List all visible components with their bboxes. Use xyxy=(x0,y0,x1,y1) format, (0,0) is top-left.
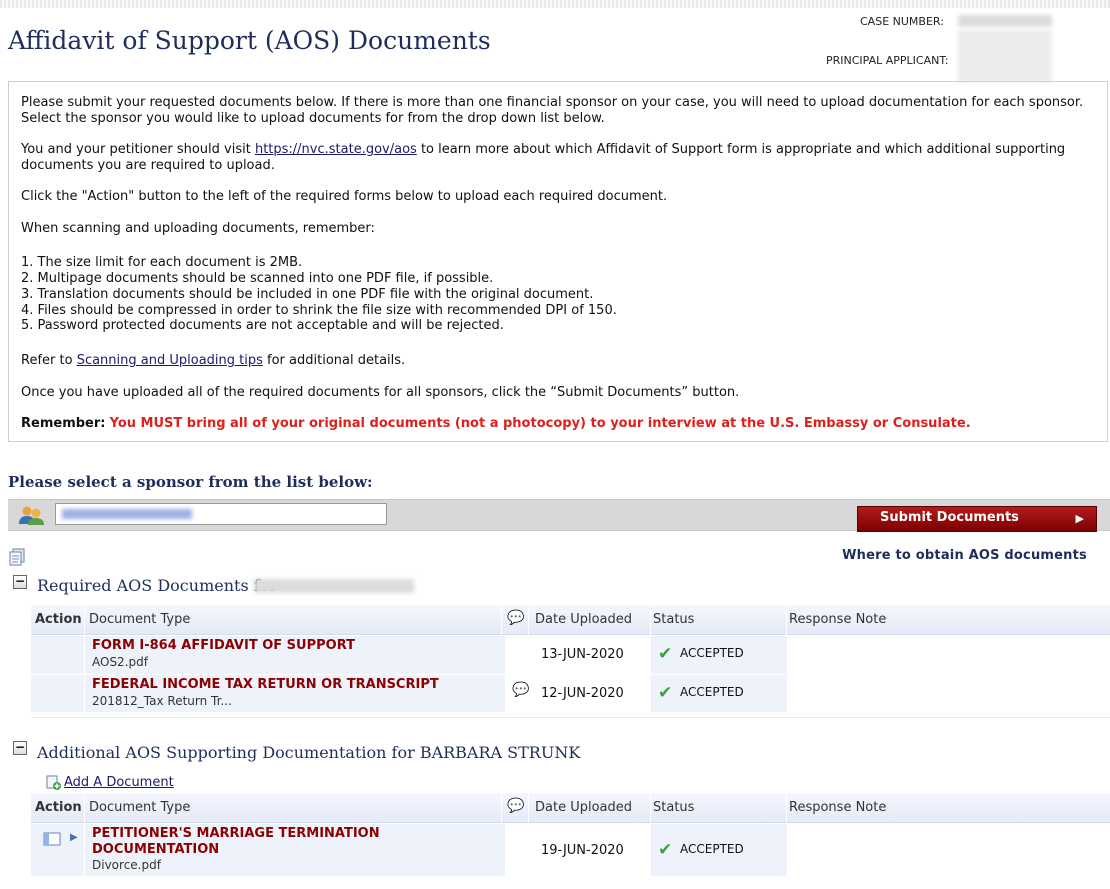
header-action: Action xyxy=(35,800,82,815)
add-document-link[interactable]: Add A Document xyxy=(64,775,174,790)
instructions-visit: You and your petitioner should visit htt… xyxy=(21,142,1066,173)
header-response-note: Response Note xyxy=(789,612,887,627)
instructions-action: Click the "Action" button to the left of… xyxy=(21,189,668,204)
table-row: FORM I-864 AFFIDAVIT OF SUPPORT AOS2.pdf… xyxy=(31,636,1110,674)
action-cell[interactable] xyxy=(31,675,84,712)
sponsor-bar: Submit Documents ▶ xyxy=(8,499,1110,532)
page-title: Affidavit of Support (AOS) Documents xyxy=(8,26,491,55)
arrow-right-icon: ▶ xyxy=(1075,512,1084,525)
instructions-box: Please submit your requested documents b… xyxy=(8,81,1108,442)
header-action: Action xyxy=(35,612,82,627)
check-icon: ✔ xyxy=(658,644,673,664)
rule-4: 4. Files should be compressed in order t… xyxy=(21,303,617,318)
case-number-label: CASE NUMBER: xyxy=(860,15,944,28)
document-type[interactable]: FEDERAL INCOME TAX RETURN OR TRANSCRIPT xyxy=(92,677,439,693)
header-document-type: Document Type xyxy=(89,612,191,627)
rule-5: 5. Password protected documents are not … xyxy=(21,318,504,333)
action-cell[interactable] xyxy=(31,636,84,674)
date-uploaded: 12-JUN-2020 xyxy=(541,686,624,701)
check-icon: ✔ xyxy=(658,840,673,860)
required-section-title: Required AOS Documents for xyxy=(37,576,277,595)
header-document-type: Document Type xyxy=(89,800,191,815)
header-status: Status xyxy=(653,800,695,815)
header-date-uploaded: Date Uploaded xyxy=(535,612,633,627)
check-icon: ✔ xyxy=(658,683,673,703)
date-uploaded: 13-JUN-2020 xyxy=(541,647,624,662)
collapse-required-button[interactable]: − xyxy=(13,575,27,589)
documents-icon[interactable] xyxy=(9,548,27,566)
header-date-uploaded: Date Uploaded xyxy=(535,800,633,815)
status-badge: ACCEPTED xyxy=(680,646,744,660)
date-uploaded: 19-JUN-2020 xyxy=(541,843,624,858)
document-type[interactable]: FORM I-864 AFFIDAVIT OF SUPPORT xyxy=(92,638,355,654)
status-badge: ACCEPTED xyxy=(680,685,744,699)
status-badge: ACCEPTED xyxy=(680,842,744,856)
remember-line: Remember: You MUST bring all of your ori… xyxy=(21,416,971,431)
nvc-aos-link[interactable]: https://nvc.state.gov/aos xyxy=(255,142,417,157)
note-icon[interactable]: 💬 xyxy=(512,682,529,698)
users-icon xyxy=(18,505,46,525)
table-row: FEDERAL INCOME TAX RETURN OR TRANSCRIPT … xyxy=(31,675,1110,712)
file-name[interactable]: AOS2.pdf xyxy=(92,655,148,669)
where-to-obtain-link[interactable]: Where to obtain AOS documents xyxy=(842,548,1087,563)
top-stripe xyxy=(0,0,1110,8)
submit-documents-label: Submit Documents xyxy=(880,510,1019,525)
sponsor-name-title-redacted xyxy=(254,579,414,593)
required-table-header: Action Document Type 💬 Date Uploaded Sta… xyxy=(31,605,1110,635)
action-menu-icon[interactable] xyxy=(43,831,61,847)
add-document-icon[interactable] xyxy=(46,775,62,791)
divider xyxy=(31,717,1110,718)
case-number-redacted xyxy=(958,15,1052,27)
submit-documents-button[interactable]: Submit Documents ▶ xyxy=(857,506,1097,532)
file-name[interactable]: 201812_Tax Return Tr... xyxy=(92,694,232,708)
rule-1: 1. The size limit for each document is 2… xyxy=(21,255,303,270)
scanning-tips-link[interactable]: Scanning and Uploading tips xyxy=(77,353,263,368)
header-response-note: Response Note xyxy=(789,800,887,815)
expand-arrow-icon[interactable]: ▶ xyxy=(70,832,78,843)
instructions-scanning: When scanning and uploading documents, r… xyxy=(21,221,375,236)
rule-2: 2. Multipage documents should be scanned… xyxy=(21,271,494,286)
note-icon: 💬 xyxy=(507,798,525,814)
document-type-line-1[interactable]: PETITIONER'S MARRIAGE TERMINATION xyxy=(92,826,380,842)
principal-applicant-label: PRINCIPAL APPLICANT: xyxy=(826,54,949,67)
instructions-intro: Please submit your requested documents b… xyxy=(21,95,1084,126)
sponsor-heading: Please select a sponsor from the list be… xyxy=(8,473,373,491)
header-status: Status xyxy=(653,612,695,627)
document-type-line-2[interactable]: DOCUMENTATION xyxy=(92,842,219,858)
additional-table-header: Action Document Type 💬 Date Uploaded Sta… xyxy=(31,793,1110,823)
rule-3: 3. Translation documents should be inclu… xyxy=(21,287,594,302)
table-row: ▶ PETITIONER'S MARRIAGE TERMINATION DOCU… xyxy=(31,824,1110,876)
sponsor-select[interactable] xyxy=(55,503,387,525)
note-icon: 💬 xyxy=(507,610,525,626)
collapse-additional-button[interactable]: − xyxy=(13,741,27,755)
instructions-tips: Refer to Scanning and Uploading tips for… xyxy=(21,353,406,368)
additional-section-title: Additional AOS Supporting Documentation … xyxy=(37,743,581,762)
file-name[interactable]: Divorce.pdf xyxy=(92,858,161,872)
principal-applicant-redacted xyxy=(958,30,1052,82)
sponsor-name-redacted xyxy=(62,509,192,519)
instructions-submit: Once you have uploaded all of the requir… xyxy=(21,385,740,400)
